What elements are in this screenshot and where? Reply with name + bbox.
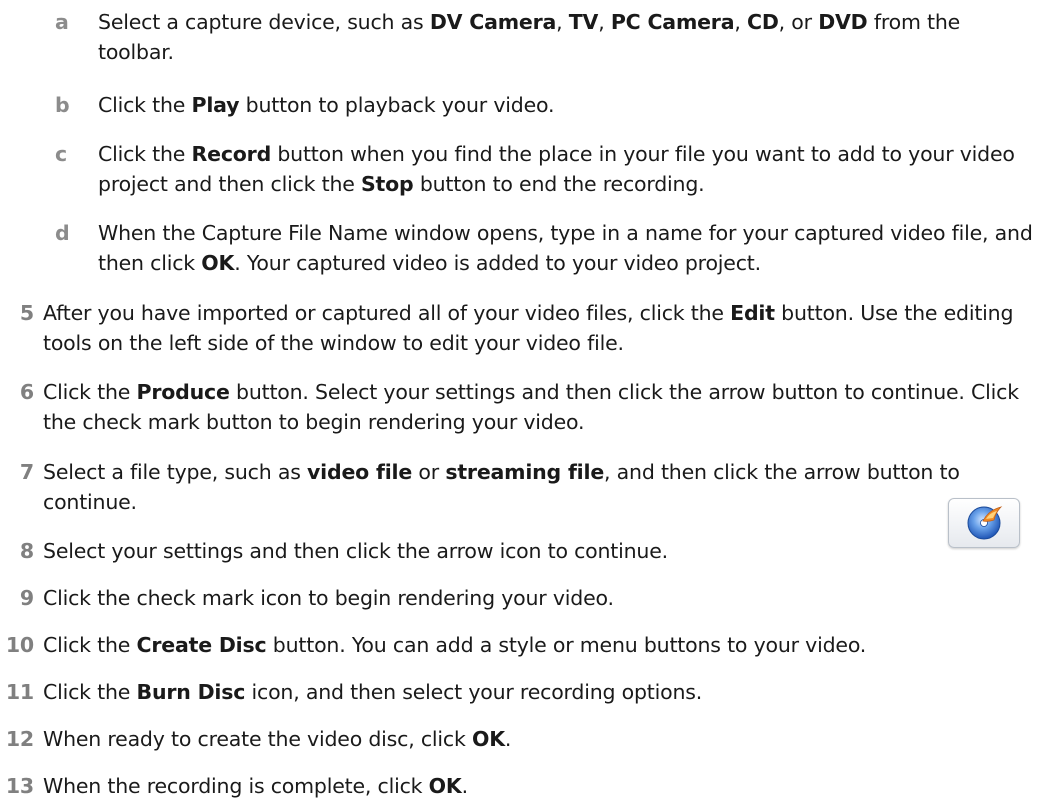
step-text: Click the Produce button. Select your se… (43, 380, 1019, 434)
step-number: 6 (19, 380, 34, 404)
bold-term: OK (428, 774, 462, 798)
substep-label: a (55, 10, 69, 34)
bold-term: DVD (818, 10, 868, 34)
step-11: 11 Click the Burn Disc icon, and then se… (0, 677, 1040, 707)
step-text: Click the Burn Disc icon, and then selec… (43, 680, 703, 704)
substep-c: c Click the Record button when you find … (55, 139, 1040, 199)
substep-text: When the Capture File Name window opens,… (98, 221, 1033, 275)
step-number: 13 (5, 774, 34, 798)
step-text: When the recording is complete, click OK… (43, 774, 468, 798)
step-number: 9 (19, 586, 34, 610)
burn-disc-icon (948, 498, 1020, 548)
substep-a: a Select a capture device, such as DV Ca… (55, 7, 1040, 67)
substep-label: d (55, 221, 70, 245)
step-text: Select a file type, such as video file o… (43, 460, 960, 514)
bold-term: DV Camera (429, 10, 557, 34)
bold-term: streaming file (445, 460, 605, 484)
step-9: 9 Click the check mark icon to begin ren… (0, 583, 1040, 613)
bold-term: Record (191, 142, 272, 166)
step-text: After you have imported or captured all … (43, 301, 1014, 355)
substep-text: Click the Play button to playback your v… (98, 93, 555, 117)
bold-term: Stop (360, 172, 414, 196)
bold-term: Burn Disc (136, 680, 246, 704)
substep-label: b (55, 93, 70, 117)
step-number: 5 (19, 301, 34, 325)
step-13: 13 When the recording is complete, click… (0, 771, 1040, 801)
burn-disc-graphic (967, 506, 1003, 540)
bold-term: PC Camera (610, 10, 735, 34)
step-number: 11 (5, 680, 34, 704)
substep-d: d When the Capture File Name window open… (55, 218, 1040, 278)
substep-text: Select a capture device, such as DV Came… (98, 10, 961, 64)
step-number: 7 (19, 460, 34, 484)
bold-term: CD (747, 10, 779, 34)
step-8: 8 Select your settings and then click th… (0, 536, 1040, 566)
step-7: 7 Select a file type, such as video file… (0, 457, 1040, 517)
substep-label: c (55, 142, 67, 166)
step-number: 12 (5, 727, 34, 751)
bold-term: OK (471, 727, 505, 751)
step-number: 10 (5, 633, 34, 657)
manual-page: a Select a capture device, such as DV Ca… (0, 0, 1055, 798)
step-text: Click the Create Disc button. You can ad… (43, 633, 867, 657)
step-10: 10 Click the Create Disc button. You can… (0, 630, 1040, 660)
step-text: Select your settings and then click the … (43, 539, 668, 563)
bold-term: video file (307, 460, 413, 484)
step-text: When ready to create the video disc, cli… (43, 727, 512, 751)
bold-term: TV (568, 10, 599, 34)
bold-term: OK (201, 251, 235, 275)
substep-text: Click the Record button when you find th… (98, 142, 1015, 196)
step-text: Click the check mark icon to begin rende… (43, 586, 614, 610)
step-12: 12 When ready to create the video disc, … (0, 724, 1040, 754)
bold-term: Produce (136, 380, 230, 404)
step-5: 5 After you have imported or captured al… (0, 298, 1040, 358)
step-number: 8 (19, 539, 34, 563)
bold-term: Play (191, 93, 240, 117)
bold-term: Create Disc (136, 633, 267, 657)
bold-term: Edit (730, 301, 775, 325)
substep-b: b Click the Play button to playback your… (55, 90, 1040, 120)
step-6: 6 Click the Produce button. Select your … (0, 377, 1040, 437)
